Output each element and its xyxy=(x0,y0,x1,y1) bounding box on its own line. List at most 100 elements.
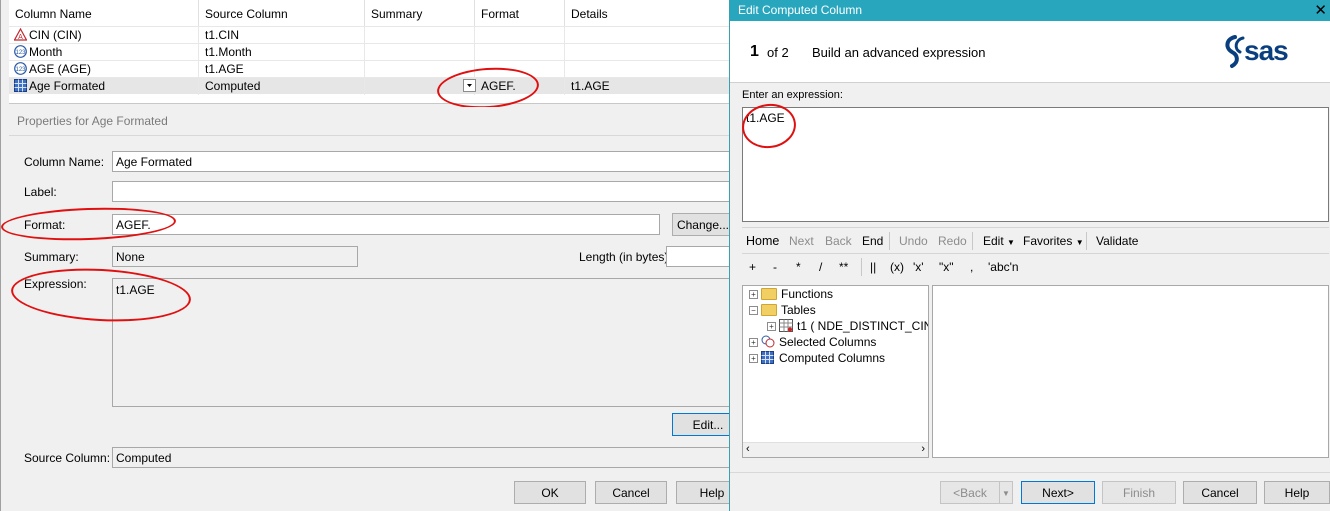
length-field[interactable] xyxy=(666,246,732,267)
summary-field: None xyxy=(112,246,358,267)
operator-comma-button[interactable]: , xyxy=(970,260,973,274)
redo-button[interactable]: Redo xyxy=(938,234,967,248)
folder-icon xyxy=(761,304,777,316)
label-label: Label: xyxy=(24,185,57,199)
horizontal-scrollbar[interactable]: ‹ › xyxy=(743,442,928,457)
cancel-button[interactable]: Cancel xyxy=(595,481,667,504)
next-wizard-button[interactable]: Next> xyxy=(1021,481,1095,504)
favorites-menu-button[interactable]: Favorites ▼ xyxy=(1023,234,1084,248)
column-name-field[interactable]: Age Formated xyxy=(112,151,732,172)
format-dropdown-button[interactable] xyxy=(463,79,476,92)
columns-icon xyxy=(761,335,775,348)
operator-minus-button[interactable]: - xyxy=(773,260,777,274)
dialog-title: Edit Computed Column xyxy=(738,3,863,17)
column-name: Month xyxy=(29,45,63,59)
column-header-summary[interactable]: Summary xyxy=(365,0,475,27)
svg-text:123: 123 xyxy=(15,67,26,73)
column-name: CIN (CIN) xyxy=(29,28,82,42)
sas-logo: sas xyxy=(1223,34,1305,70)
home-button[interactable]: Home xyxy=(746,234,779,248)
finish-button[interactable]: Finish xyxy=(1102,481,1176,504)
operator-plus-button[interactable]: + xyxy=(749,260,756,274)
format-cell xyxy=(475,27,565,44)
label-field[interactable] xyxy=(112,181,732,202)
column-header-source[interactable]: Source Column xyxy=(199,0,365,27)
favorites-menu-label: Favorites xyxy=(1023,234,1073,248)
validate-button[interactable]: Validate xyxy=(1096,234,1138,248)
cancel-wizard-button[interactable]: Cancel xyxy=(1183,481,1257,504)
format-cell xyxy=(475,44,565,61)
scroll-left-icon[interactable]: ‹ xyxy=(746,443,750,455)
chevron-down-icon xyxy=(467,84,472,87)
format-field[interactable]: AGEF. xyxy=(112,214,660,235)
tree-item-computed-columns[interactable]: + Computed Columns xyxy=(749,351,885,365)
chevron-down-icon: ▼ xyxy=(1002,489,1010,498)
source-column: t1.CIN xyxy=(199,27,365,44)
operator-name-literal-button[interactable]: 'abc'n xyxy=(988,260,1019,274)
table-row[interactable]: 123 AGE (AGE) t1.AGE xyxy=(9,60,731,78)
character-column-icon: A xyxy=(13,27,28,41)
undo-button[interactable]: Undo xyxy=(899,234,928,248)
table-row[interactable]: A CIN (CIN) t1.CIN xyxy=(9,26,731,44)
scroll-right-icon[interactable]: › xyxy=(921,443,925,455)
expand-icon[interactable]: + xyxy=(749,354,758,363)
column-header-details[interactable]: Details xyxy=(565,0,731,27)
tree-item-functions[interactable]: + Functions xyxy=(749,287,833,301)
expression-tree: + Functions − Tables + t1 ( NDE_DISTINCT_CI… xyxy=(742,285,929,458)
expand-icon[interactable]: + xyxy=(767,322,776,331)
operator-concat-button[interactable]: || xyxy=(870,260,876,274)
expression-field: t1.AGE xyxy=(112,278,732,407)
close-icon[interactable]: ✕ xyxy=(1314,1,1327,19)
tree-item-tables[interactable]: − Tables xyxy=(749,303,816,317)
back-wizard-button[interactable]: <Back xyxy=(940,481,1000,504)
properties-panel: Properties for Age Formated Column Name:… xyxy=(9,107,748,511)
computed-column-icon xyxy=(14,79,27,92)
expand-icon[interactable]: + xyxy=(749,338,758,347)
folder-icon xyxy=(761,288,777,300)
step-number: 1 xyxy=(750,43,759,60)
operator-parens-button[interactable]: (x) xyxy=(890,260,904,274)
next-button[interactable]: Next xyxy=(789,234,814,248)
tree-item-selected-columns[interactable]: + Selected Columns xyxy=(749,335,876,349)
expression-text: t1.AGE xyxy=(746,111,785,125)
length-label: Length (in bytes): xyxy=(579,250,672,264)
back-dropdown-button[interactable]: ▼ xyxy=(999,481,1013,504)
column-header-format[interactable]: Format xyxy=(475,0,565,27)
operator-divide-button[interactable]: / xyxy=(819,260,822,274)
end-button[interactable]: End xyxy=(862,234,883,248)
source-column: Computed xyxy=(199,78,365,95)
operator-multiply-button[interactable]: * xyxy=(796,260,801,274)
query-builder-window: Column Name Source Column Summary Format… xyxy=(0,0,748,511)
operator-double-quote-button[interactable]: "x" xyxy=(939,260,954,274)
format-cell xyxy=(475,61,565,78)
properties-title: Properties for Age Formated xyxy=(17,114,168,128)
collapse-icon[interactable]: − xyxy=(749,306,758,315)
source-column-field: Computed xyxy=(112,447,732,468)
ok-button[interactable]: OK xyxy=(514,481,586,504)
details-cell xyxy=(565,61,731,78)
numeric-column-icon: 123 xyxy=(14,45,27,58)
source-column-label: Source Column: xyxy=(24,451,111,465)
step-title: Build an advanced expression xyxy=(812,45,986,60)
source-column: t1.Month xyxy=(199,44,365,61)
tree-item-table-t1[interactable]: + t1 ( NDE_DISTINCT_CIN_ xyxy=(767,319,928,333)
table-row-selected[interactable]: Age Formated Computed AGEF. t1.AGE xyxy=(9,77,731,95)
summary-cell[interactable] xyxy=(365,78,475,95)
dialog-titlebar: Edit Computed Column ✕ xyxy=(730,0,1330,21)
summary-cell xyxy=(365,27,475,44)
edit-menu-button[interactable]: Edit ▼ xyxy=(983,234,1015,248)
change-format-button[interactable]: Change... xyxy=(672,213,734,236)
help-wizard-button[interactable]: Help xyxy=(1264,481,1330,504)
step-of: of 2 xyxy=(767,45,789,60)
columns-grid: Column Name Source Column Summary Format… xyxy=(9,0,731,104)
table-row[interactable]: 123 Month t1.Month xyxy=(9,43,731,61)
back-button[interactable]: Back xyxy=(825,234,852,248)
operator-single-quote-button[interactable]: 'x' xyxy=(913,260,924,274)
computed-column-icon xyxy=(761,351,775,364)
details-cell xyxy=(565,27,731,44)
expand-icon[interactable]: + xyxy=(749,290,758,299)
operator-power-button[interactable]: ** xyxy=(839,260,848,274)
expression-toolbar: Home Next Back End Undo Redo Edit ▼ Favo… xyxy=(742,227,1329,277)
column-header-name[interactable]: Column Name xyxy=(9,0,199,27)
expression-editor[interactable]: t1.AGE xyxy=(742,107,1329,222)
